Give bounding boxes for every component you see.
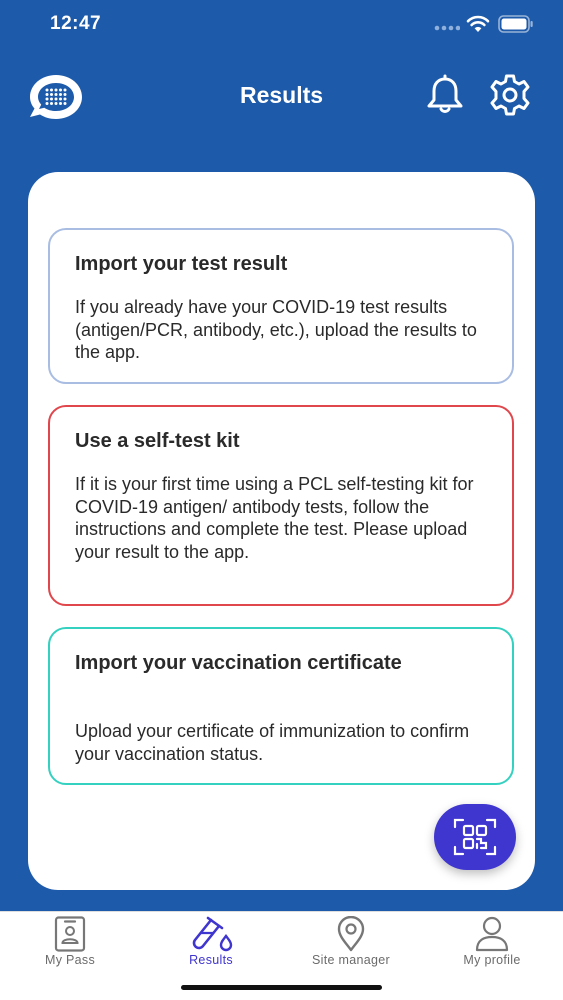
import-vaccination-certificate-card[interactable]: Import your vaccination certificate Uplo… [48,627,514,785]
status-bar: 12:47 [0,0,563,52]
status-time: 12:47 [50,13,102,34]
qr-scan-button[interactable] [434,804,516,870]
cellular-signal-icon [434,25,460,31]
page-title: Results [239,82,324,108]
card-description: Upload your certificate of immunization … [75,721,470,764]
app-header: Results [0,60,563,130]
tab-label: My Pass [44,953,96,967]
tab-label: My profile [463,953,521,967]
tab-label: Results [189,953,233,967]
tab-my-pass[interactable]: My Pass [0,912,140,982]
card-description: If you already have your COVID-19 test r… [75,297,477,362]
tab-my-profile[interactable]: My profile [422,912,562,982]
gear-icon[interactable] [486,74,534,116]
id-badge-icon [54,916,86,952]
bell-icon[interactable] [424,74,466,116]
map-pin-icon [337,916,365,952]
wifi-icon [466,15,490,32]
import-test-result-card[interactable]: Import your test result If you already h… [48,228,514,384]
card-title: Import your vaccination certificate [75,652,402,674]
tab-label: Site manager [312,953,390,967]
self-test-kit-card[interactable]: Use a self-test kit If it is your first … [48,405,514,606]
qr-code-icon [453,818,497,856]
battery-icon [498,15,533,33]
card-title: Import your test result [75,253,288,275]
results-options-panel: Import your test result If you already h… [28,172,535,890]
card-title: Use a self-test kit [75,430,240,452]
test-tube-icon [192,916,233,952]
tab-results[interactable]: Results [141,912,281,982]
person-icon [475,916,509,952]
tab-site-manager[interactable]: Site manager [281,912,421,982]
card-description: If it is your first time using a PCL sel… [75,474,474,562]
home-indicator [181,985,382,990]
